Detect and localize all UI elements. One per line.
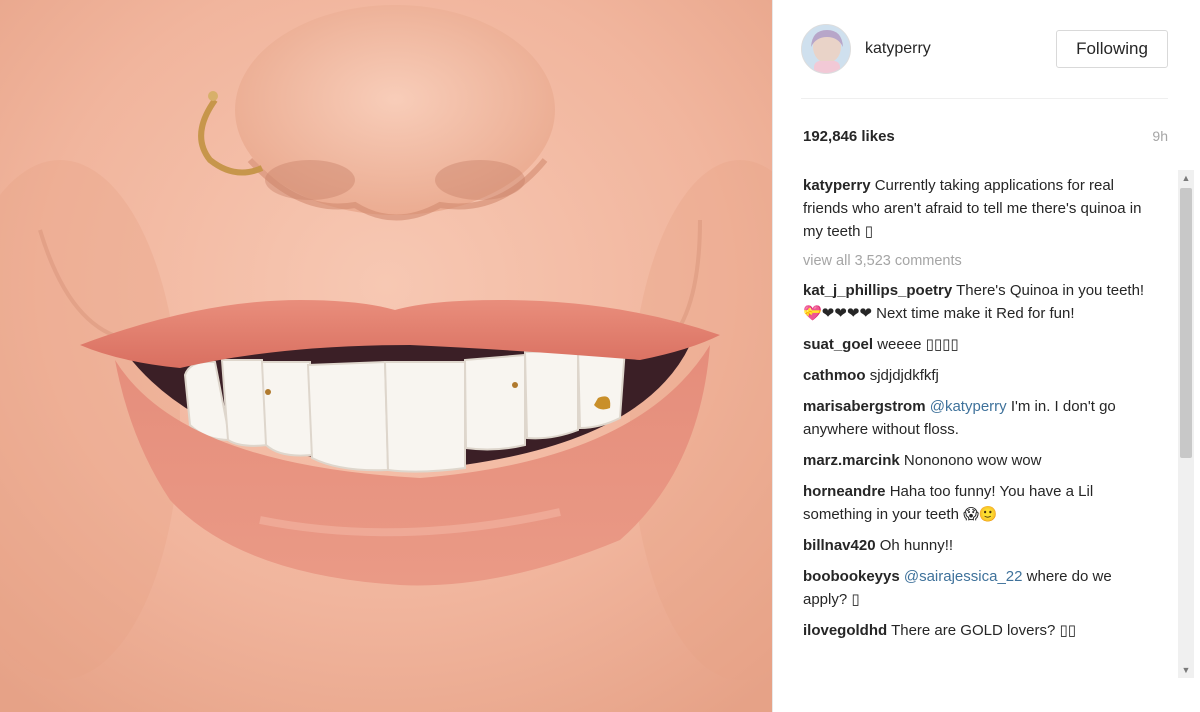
comment-username[interactable]: boobookeyys (803, 568, 900, 585)
comment-item: ilovegoldhd There are GOLD lovers? ▯▯ (803, 619, 1152, 642)
comment-mention[interactable]: @katyperry (930, 398, 1007, 415)
post-timestamp[interactable]: 9h (1152, 128, 1168, 144)
comments-list[interactable]: katyperry Currently taking applications … (803, 174, 1152, 684)
comment-username[interactable]: marisabergstrom (803, 398, 926, 415)
comment-username[interactable]: marz.marcink (803, 452, 900, 469)
avatar-image (802, 25, 850, 73)
comment-item: kat_j_phillips_poetry There's Quinoa in … (803, 279, 1152, 325)
comment-text: Oh hunny!! (879, 537, 954, 554)
comment-item: marz.marcink Nononono wow wow (803, 449, 1152, 472)
comment-username[interactable]: suat_goel (803, 336, 873, 353)
view-all-comments-link[interactable]: view all 3,523 comments (803, 251, 1152, 271)
header-divider (801, 98, 1168, 99)
comment-item: boobookeyys @sairajessica_22 where do we… (803, 565, 1152, 611)
likes-row: 192,846 likes 9h (803, 126, 1168, 146)
chevron-up-icon[interactable]: ▲ (1178, 170, 1194, 186)
post-caption: katyperry Currently taking applications … (803, 174, 1152, 243)
post-header: katyperry Following (801, 22, 1168, 76)
comment-username[interactable]: ilovegoldhd (803, 622, 887, 639)
following-button[interactable]: Following (1056, 30, 1168, 68)
caption-username[interactable]: katyperry (803, 177, 871, 194)
comment-item: horneandre Haha too funny! You have a Li… (803, 480, 1152, 526)
comment-text: weeee ▯▯▯▯ (877, 336, 959, 353)
avatar[interactable] (801, 24, 851, 74)
chevron-down-icon[interactable]: ▼ (1178, 662, 1194, 678)
post-side-panel: katyperry Following 192,846 likes 9h kat… (772, 0, 1200, 712)
scroll-thumb[interactable] (1180, 188, 1192, 458)
comment-username[interactable]: cathmoo (803, 367, 866, 384)
comment-item: marisabergstrom @katyperry I'm in. I don… (803, 395, 1152, 441)
comment-username[interactable]: billnav420 (803, 537, 876, 554)
comment-text: There are GOLD lovers? ▯▯ (891, 622, 1076, 639)
comment-item: suat_goel weeee ▯▯▯▯ (803, 333, 1152, 356)
comment-username[interactable]: horneandre (803, 483, 886, 500)
comment-item: cathmoo sjdjdjdkfkfj (803, 364, 1152, 387)
comment-item: billnav420 Oh hunny!! (803, 534, 1152, 557)
comment-username[interactable]: kat_j_phillips_poetry (803, 282, 952, 299)
likes-count[interactable]: 192,846 likes (803, 128, 895, 145)
comment-text: Nononono wow wow (903, 452, 1042, 469)
comment-mention[interactable]: @sairajessica_22 (904, 568, 1023, 585)
smile-photo-image (0, 0, 772, 712)
post-username[interactable]: katyperry (865, 40, 931, 58)
comments-scrollbar[interactable]: ▲ ▼ (1178, 170, 1194, 678)
post-photo[interactable] (0, 0, 772, 712)
instagram-post-view: katyperry Following 192,846 likes 9h kat… (0, 0, 1200, 712)
comment-text: sjdjdjdkfkfj (869, 367, 939, 384)
